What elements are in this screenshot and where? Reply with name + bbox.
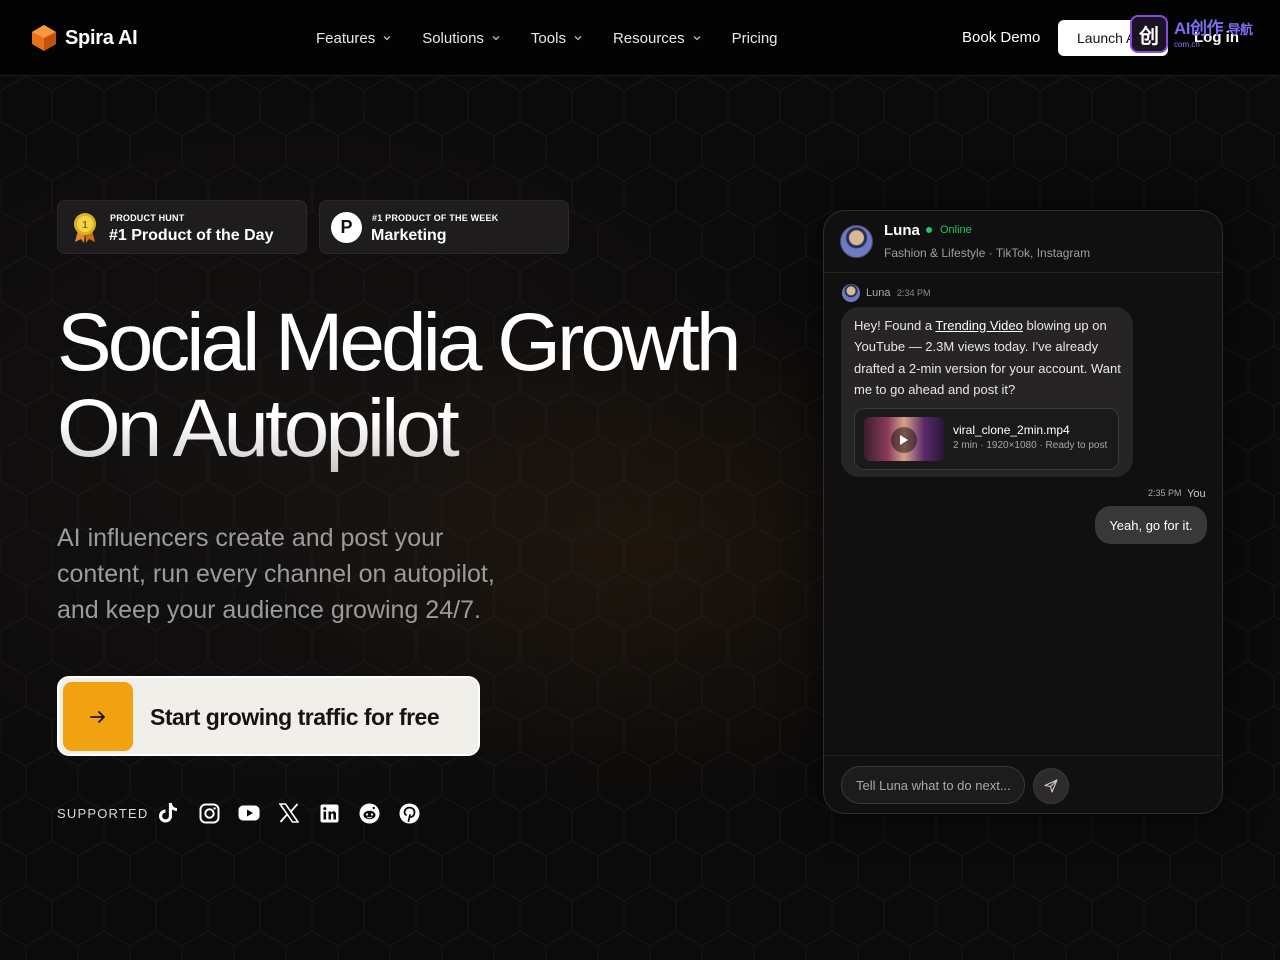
- pinterest-icon[interactable]: [398, 802, 420, 824]
- nav-features-label: Features: [316, 29, 376, 47]
- spira-logo-icon: [32, 25, 56, 51]
- avatar: [842, 284, 860, 302]
- nav-pricing-label: Pricing: [731, 29, 778, 47]
- chevron-down-icon: [574, 36, 582, 41]
- login-link[interactable]: Log in: [1194, 29, 1239, 46]
- x-icon[interactable]: [278, 802, 300, 824]
- avatar: [840, 225, 873, 258]
- online-status: Online: [940, 224, 972, 236]
- launch-app-button[interactable]: Launch App: [1058, 20, 1168, 56]
- chevron-down-icon: [383, 36, 391, 41]
- supported-label: SUPPORTED: [57, 806, 149, 821]
- message-timestamp: 2:34 PM: [897, 288, 931, 298]
- brand-logo[interactable]: Spira AI: [31, 24, 138, 52]
- chat-composer: [824, 755, 1222, 813]
- chat-preview-panel: Luna Online Fashion & Lifestyle · TikTok…: [823, 210, 1223, 814]
- nav-solutions-label: Solutions: [422, 29, 484, 47]
- product-hunt-day-badge[interactable]: 1 PRODUCT HUNT #1 Product of the Day: [57, 200, 307, 254]
- chevron-down-icon: [693, 36, 701, 41]
- play-icon[interactable]: [891, 427, 917, 453]
- outgoing-message-bubble: Yeah, go for it.: [1095, 506, 1207, 544]
- svg-text:1: 1: [82, 220, 88, 231]
- chat-contact-name: Luna: [884, 222, 920, 239]
- message-sender: You: [1187, 488, 1206, 500]
- video-thumbnail: [864, 417, 944, 461]
- online-status-dot: [926, 227, 932, 233]
- product-week-badge[interactable]: P #1 PRODUCT OF THE WEEK Marketing: [319, 200, 569, 254]
- message-sender: Luna: [866, 287, 891, 299]
- chat-message-input[interactable]: [841, 766, 1025, 804]
- hero-title-line2: On Autopilot: [57, 386, 817, 472]
- hero-title: Social Media Growth On Autopilot: [57, 300, 817, 472]
- badge-kicker: #1 PRODUCT OF THE WEEK: [372, 213, 499, 223]
- cta-arrow-box: [63, 682, 133, 751]
- message-timestamp: 2:35 PM: [1148, 488, 1182, 498]
- nav-resources-label: Resources: [612, 29, 685, 47]
- supported-platforms: [158, 802, 438, 824]
- nav-features[interactable]: Features: [316, 29, 392, 47]
- top-nav: Spira AI Features Solutions Tools Resour…: [0, 0, 1280, 76]
- badge-kicker: PRODUCT HUNT: [110, 213, 185, 223]
- arrow-right-icon: [90, 710, 105, 723]
- instagram-icon[interactable]: [198, 802, 220, 824]
- brand-name: Spira AI: [65, 26, 138, 49]
- chat-header: Luna Online Fashion & Lifestyle · TikTok…: [824, 211, 1222, 273]
- chevron-down-icon: [492, 36, 500, 41]
- video-attachment[interactable]: viral_clone_2min.mp4 2 min · 1920×1080 ·…: [854, 408, 1119, 470]
- hero-title-line1: Social Media Growth: [57, 297, 742, 388]
- nav-tools[interactable]: Tools: [531, 29, 583, 47]
- hero-subtitle: AI influencers create and post your cont…: [57, 524, 495, 624]
- medal-icon: 1: [74, 213, 96, 243]
- message-text-before: Hey! Found a: [854, 318, 936, 333]
- attachment-filename: viral_clone_2min.mp4: [953, 423, 1070, 437]
- nav-resources[interactable]: Resources: [613, 29, 702, 47]
- cta-label: Start growing traffic for free: [150, 704, 440, 730]
- nav-tools-label: Tools: [530, 29, 566, 47]
- product-hunt-icon: P: [331, 212, 362, 243]
- send-icon: [1044, 779, 1058, 793]
- start-growing-cta-button[interactable]: Start growing traffic for free: [57, 676, 480, 756]
- linkedin-icon[interactable]: [318, 802, 340, 824]
- tiktok-icon[interactable]: [158, 802, 180, 824]
- incoming-message-bubble: Hey! Found a Trending Video blowing up o…: [841, 307, 1133, 477]
- nav-solutions[interactable]: Solutions: [422, 29, 501, 47]
- attachment-meta: 2 min · 1920×1080 · Ready to post: [953, 440, 1108, 451]
- incoming-message-text: Hey! Found a Trending Video blowing up o…: [854, 315, 1124, 400]
- nav-links: Features Solutions Tools Resources Prici…: [316, 29, 808, 47]
- send-button[interactable]: [1033, 768, 1069, 804]
- reddit-icon[interactable]: [358, 802, 380, 824]
- book-demo-link[interactable]: Book Demo: [962, 29, 1040, 46]
- badge-title: Marketing: [371, 227, 447, 244]
- youtube-icon[interactable]: [238, 802, 260, 824]
- chat-niche: Fashion & Lifestyle · TikTok, Instagram: [884, 246, 1091, 260]
- badge-title: #1 Product of the Day: [109, 227, 274, 244]
- trending-video-link[interactable]: Trending Video: [935, 318, 1022, 333]
- nav-pricing[interactable]: Pricing: [732, 29, 778, 47]
